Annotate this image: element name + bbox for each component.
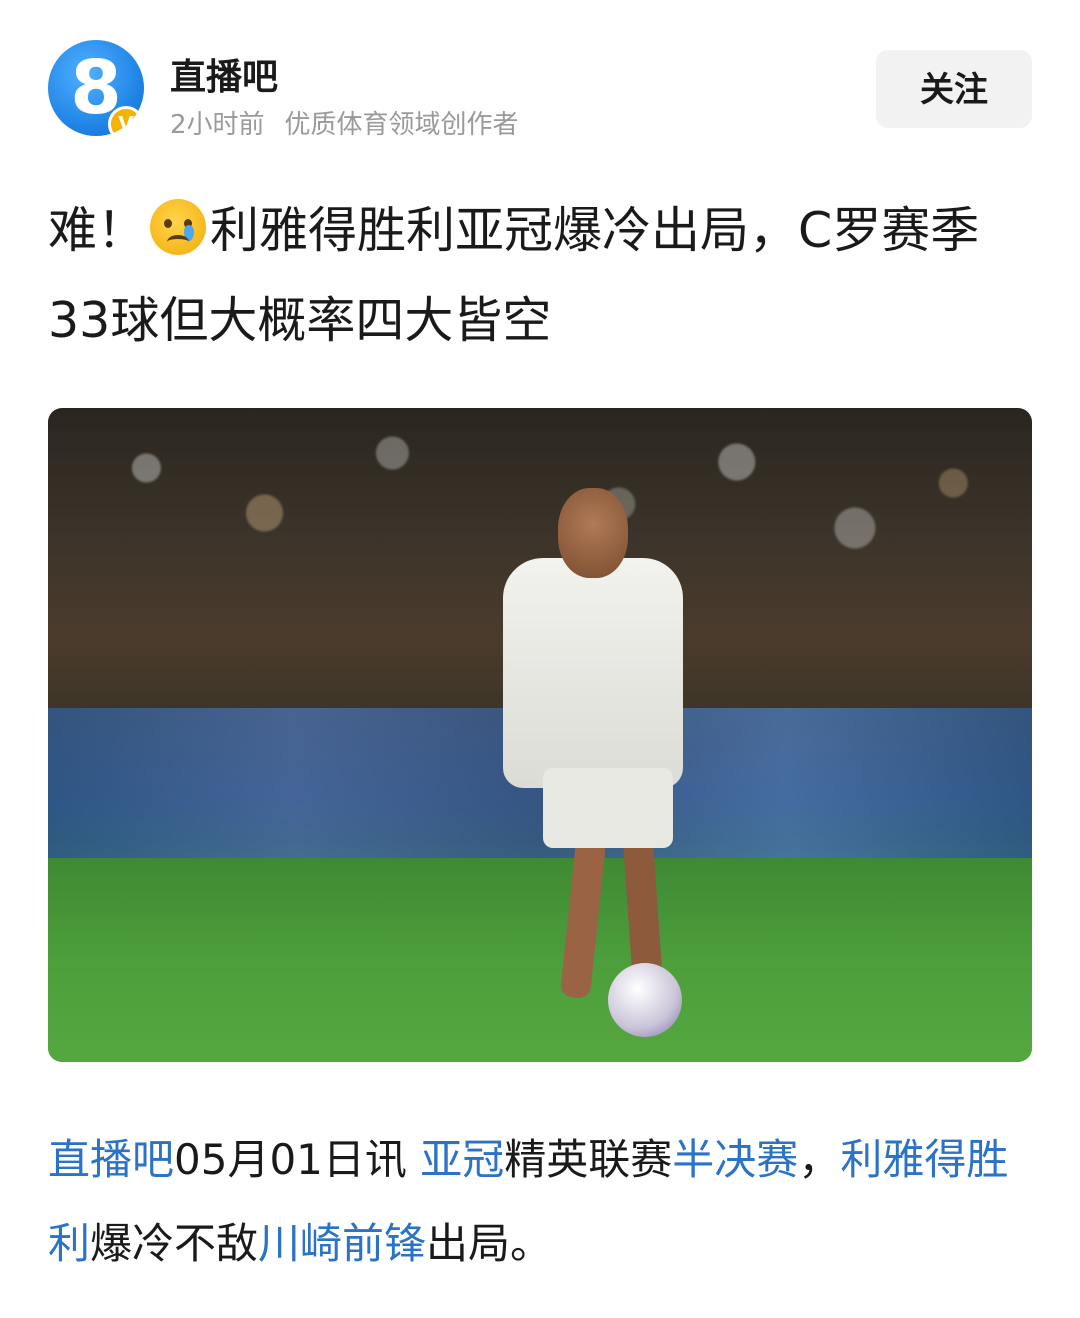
photo-player-shorts: [543, 768, 673, 848]
author-name[interactable]: 直播吧: [170, 48, 278, 100]
author-description: 优质体育领域创作者: [284, 110, 519, 140]
post-meta: 2小时前 优质体育领域创作者: [170, 104, 519, 141]
photo-football: [608, 963, 682, 1037]
post-header: 8 V 直播吧 2小时前 优质体育领域创作者 关注: [48, 40, 1032, 140]
verified-badge-icon: V: [108, 106, 144, 136]
article-photo[interactable]: [48, 408, 1032, 1062]
body-segment: 精英联赛: [504, 1135, 673, 1184]
author-avatar[interactable]: 8 V: [48, 40, 144, 136]
bottom-fade: [0, 1262, 1080, 1318]
crying-face-icon: [150, 199, 207, 255]
article-title: 难！ 利雅得胜利亚冠爆冷出局，C罗赛季33球但大概率四大皆空: [48, 186, 1032, 366]
body-segment: 05月01日讯: [174, 1135, 421, 1184]
body-segment[interactable]: 川崎前锋: [258, 1219, 426, 1268]
photo-player-jersey: [503, 558, 683, 788]
post-time: 2小时前: [170, 110, 265, 140]
follow-button[interactable]: 关注: [876, 50, 1032, 128]
body-segment[interactable]: 亚冠: [420, 1135, 504, 1184]
body-segment: ，: [798, 1135, 841, 1184]
body-segment: 出局。: [426, 1219, 553, 1268]
title-prefix: 难！: [48, 202, 147, 259]
photo-pitch: [48, 858, 1032, 1062]
body-segment: 爆冷不敌: [90, 1219, 259, 1268]
photo-player-head: [558, 488, 628, 578]
body-segment[interactable]: 直播吧: [48, 1135, 174, 1184]
body-segment[interactable]: 半决赛: [672, 1135, 798, 1184]
article-body: 直播吧05月01日讯 亚冠精英联赛半决赛，利雅得胜利爆冷不敌川崎前锋出局。: [48, 1118, 1032, 1286]
